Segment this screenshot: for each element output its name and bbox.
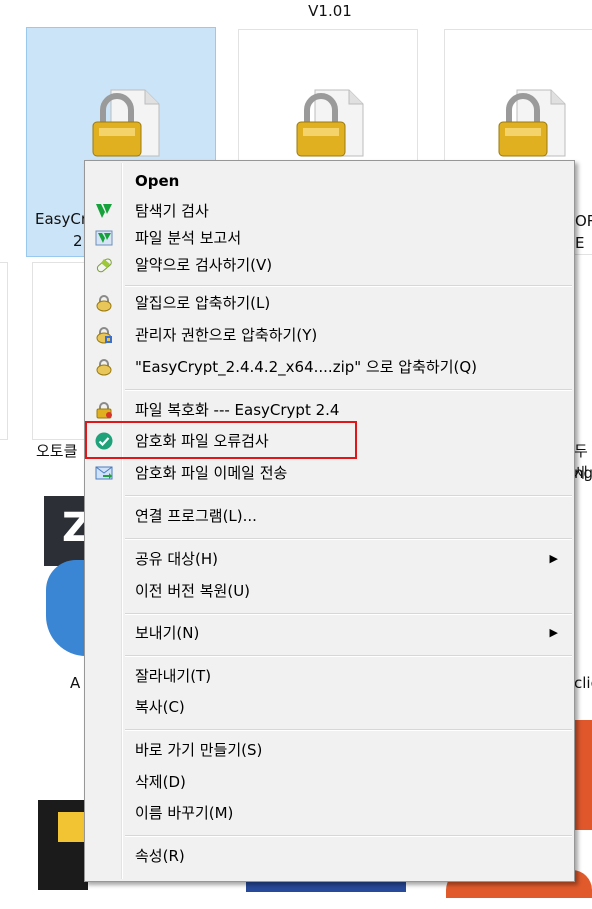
menu-item-label: 잘라내기(T) <box>135 667 212 685</box>
alzip-icon <box>96 359 112 376</box>
menu-separator <box>125 613 572 615</box>
app-icon-red <box>574 720 592 830</box>
lock-file-icon <box>498 89 566 157</box>
menu-item-label: 바로 가기 만들기(S) <box>135 741 263 759</box>
menu-item-label: 복사(C) <box>135 698 185 716</box>
submenu-arrow-icon: ▶ <box>549 626 558 639</box>
bottom-label-strip <box>0 898 592 909</box>
alzip-icon <box>96 295 112 312</box>
menu-item-label: 파일 복호화 --- EasyCrypt 2.4 <box>135 401 340 419</box>
menu-item-open[interactable]: Open <box>87 167 572 195</box>
menu-separator <box>125 655 572 657</box>
v3-report-icon <box>95 230 113 246</box>
menu-separator <box>125 389 572 391</box>
menu-item-cut[interactable]: 잘라내기(T) <box>87 662 572 690</box>
menu-item-file-analysis[interactable]: 파일 분석 보고서 <box>87 224 572 252</box>
menu-item-label: 보내기(N) <box>135 624 200 642</box>
menu-separator <box>125 285 572 287</box>
v3-scan-icon <box>96 204 112 218</box>
menu-item-open-with[interactable]: 연결 프로그램(L)... <box>87 502 572 530</box>
menu-item-copy[interactable]: 복사(C) <box>87 693 572 721</box>
menu-item-create-shortcut[interactable]: 바로 가기 만들기(S) <box>87 736 572 764</box>
menu-item-label: 관리자 권한으로 압축하기(Y) <box>135 326 318 344</box>
menu-item-label: 이름 바꾸기(M) <box>135 804 234 822</box>
submenu-arrow-icon: ▶ <box>549 552 558 565</box>
file-tile-label: ng <box>574 464 592 482</box>
lock-file-icon <box>92 89 160 157</box>
menu-item-admin-compress[interactable]: 관리자 권한으로 압축하기(Y) <box>87 321 572 349</box>
highlight-box <box>85 421 357 459</box>
version-label: V1.01 <box>308 2 352 20</box>
file-tile-row2-left[interactable] <box>32 262 89 440</box>
file-tile-label-2: E <box>575 234 585 252</box>
menu-item-label: "EasyCrypt_2.4.4.2_x64....zip" 으로 압축하기(Q… <box>135 358 478 376</box>
menu-item-share-with[interactable]: 공유 대상(H) ▶ <box>87 545 572 573</box>
menu-item-label: 삭제(D) <box>135 773 186 791</box>
menu-item-label: 암호화 파일 이메일 전송 <box>135 464 288 482</box>
menu-item-scan-explorer[interactable]: 탐색기 검사 <box>87 197 572 225</box>
menu-item-properties[interactable]: 속성(R) <box>87 842 572 870</box>
menu-item-label: 알집으로 압축하기(L) <box>135 294 271 312</box>
file-tile-row2-edge[interactable] <box>0 262 8 440</box>
alzip-admin-icon <box>96 327 112 344</box>
menu-item-label: 연결 프로그램(L)... <box>135 507 257 525</box>
menu-item-delete[interactable]: 삭제(D) <box>87 768 572 796</box>
menu-separator <box>125 495 572 497</box>
lock-icon <box>96 402 112 419</box>
menu-item-alyac-scan[interactable]: 알약으로 검사하기(V) <box>87 251 572 279</box>
file-tile-label: A <box>70 674 81 692</box>
pill-icon <box>96 258 112 273</box>
lock-file-icon <box>296 89 364 157</box>
menu-item-rename[interactable]: 이름 바꾸기(M) <box>87 799 572 827</box>
menu-separator <box>125 538 572 540</box>
menu-item-label: Open <box>135 172 180 190</box>
file-tile-label: OR <box>575 212 592 230</box>
menu-item-decrypt[interactable]: 파일 복호화 --- EasyCrypt 2.4 <box>87 396 572 424</box>
menu-item-label: 이전 버전 복원(U) <box>135 582 251 600</box>
menu-item-email-send[interactable]: 암호화 파일 이메일 전송 <box>87 459 572 487</box>
menu-item-alzip-compress[interactable]: 알집으로 압축하기(L) <box>87 289 572 317</box>
menu-item-label: 알약으로 검사하기(V) <box>135 256 273 274</box>
context-menu: Open 탐색기 검사 파일 분석 보고서 알약으로 검사하기(V) 알집으로 … <box>84 160 575 882</box>
menu-item-label: 속성(R) <box>135 847 185 865</box>
menu-separator <box>125 835 572 837</box>
email-send-icon <box>95 466 113 480</box>
menu-item-restore-previous[interactable]: 이전 버전 복원(U) <box>87 577 572 605</box>
file-tile-label: clic <box>574 674 592 692</box>
menu-separator <box>125 729 572 731</box>
menu-item-label: 공유 대상(H) <box>135 550 218 568</box>
menu-item-label: 파일 분석 보고서 <box>135 229 242 247</box>
menu-item-zip-compress[interactable]: "EasyCrypt_2.4.4.2_x64....zip" 으로 압축하기(Q… <box>87 353 572 381</box>
file-tile-label: 오토클 <box>36 442 78 460</box>
menu-item-send-to[interactable]: 보내기(N) ▶ <box>87 619 572 647</box>
menu-item-label: 탐색기 검사 <box>135 202 209 220</box>
